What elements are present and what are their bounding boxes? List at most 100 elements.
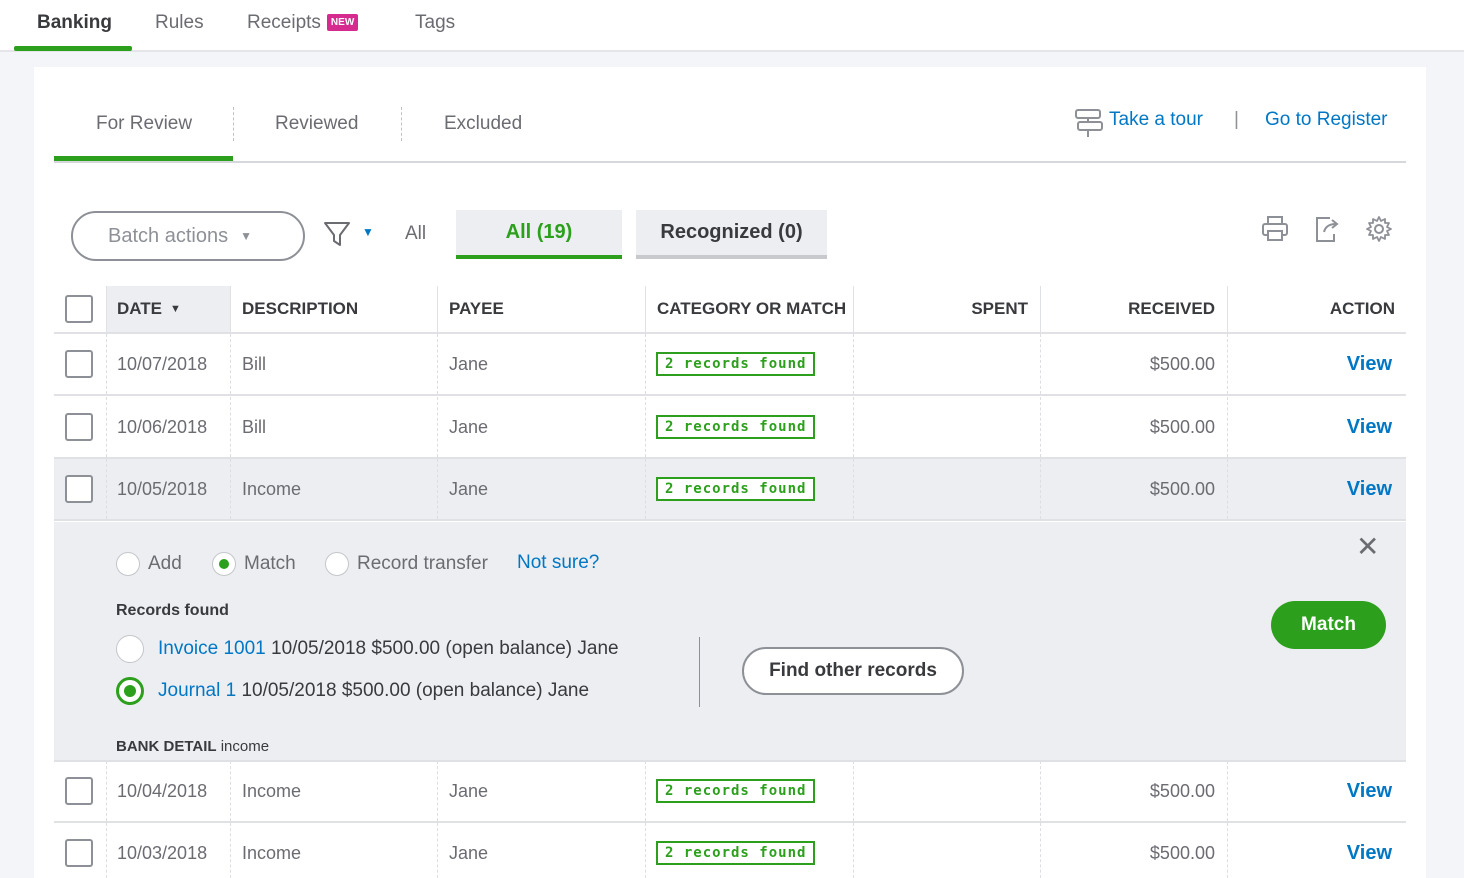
tab-excluded[interactable]: Excluded: [444, 113, 522, 135]
tab-rules[interactable]: Rules: [155, 12, 204, 52]
not-sure-link[interactable]: Not sure?: [517, 552, 599, 574]
record-link[interactable]: Invoice 1001: [158, 638, 266, 659]
option-match[interactable]: Match: [212, 552, 296, 576]
row-payee: Jane: [449, 842, 489, 863]
match-button[interactable]: Match: [1271, 601, 1386, 649]
row-select-cell: [65, 761, 93, 821]
tab-receipts-label: Receipts: [247, 12, 321, 33]
row-category: 2 records found: [656, 761, 816, 821]
bank-detail: BANK DETAIL income: [116, 738, 269, 755]
received-header[interactable]: RECEIVED: [1040, 286, 1215, 332]
row-payee: Jane: [449, 780, 489, 801]
row-action: View: [1227, 459, 1392, 519]
option-record-transfer[interactable]: Record transfer: [325, 552, 488, 576]
find-other-records-button[interactable]: Find other records: [742, 647, 964, 695]
col-divider: [645, 286, 646, 332]
payee-header[interactable]: PAYEE: [449, 286, 504, 332]
date-header-label: DATE: [117, 299, 163, 318]
row-checkbox[interactable]: [65, 475, 93, 503]
batch-actions-button[interactable]: Batch actions ▼: [71, 211, 305, 261]
row-category: 2 records found: [656, 334, 816, 394]
panel-divider: [699, 637, 700, 707]
tab-divider: [233, 107, 234, 141]
records-found-badge[interactable]: 2 records found: [656, 477, 816, 501]
row-action: View: [1227, 823, 1392, 878]
view-link[interactable]: View: [1347, 478, 1392, 501]
table-row[interactable]: 10/04/2018 Income Jane 2 records found $500.…: [54, 761, 1406, 823]
view-link[interactable]: View: [1347, 416, 1392, 439]
add-radio[interactable]: [116, 552, 140, 576]
gear-icon[interactable]: [1364, 214, 1394, 244]
view-link[interactable]: View: [1347, 353, 1392, 376]
match-panel: Add Match Record transfer Not sure? ✕ Re…: [54, 522, 1406, 762]
table-row[interactable]: 10/03/2018 Income Jane 2 records found $500.…: [54, 823, 1406, 878]
banking-card: For Review Reviewed Excluded Take a tour…: [34, 67, 1426, 878]
tab-reviewed[interactable]: Reviewed: [275, 113, 358, 135]
option-match-label: Match: [244, 553, 296, 574]
tab-tags[interactable]: Tags: [415, 12, 455, 52]
filter-icon[interactable]: [322, 219, 352, 249]
transfer-radio[interactable]: [325, 552, 349, 576]
row-description: Income: [242, 478, 302, 499]
filter-caret-icon[interactable]: ▼: [362, 225, 374, 239]
top-nav: Banking Rules Receipts NEW Tags: [0, 0, 1464, 52]
row-checkbox[interactable]: [65, 350, 93, 378]
col-divider: [645, 334, 646, 394]
view-link[interactable]: View: [1347, 842, 1392, 865]
record-radio[interactable]: [116, 677, 144, 705]
row-date: 10/03/2018: [117, 842, 208, 863]
records-found-badge[interactable]: 2 records found: [656, 841, 816, 865]
category-header[interactable]: CATEGORY OR MATCH: [657, 286, 846, 332]
tab-divider: [401, 107, 402, 141]
records-found-badge[interactable]: 2 records found: [656, 415, 816, 439]
row-payee: Jane: [449, 353, 489, 374]
spent-header[interactable]: SPENT: [853, 286, 1028, 332]
all-segment[interactable]: All (19): [456, 210, 622, 259]
select-all-checkbox[interactable]: [65, 295, 93, 323]
col-divider: [437, 397, 438, 457]
option-add[interactable]: Add: [116, 552, 182, 576]
col-divider: [230, 286, 231, 332]
record-option[interactable]: Journal 1 10/05/2018 $500.00 (open balan…: [116, 677, 589, 705]
subtab-rule: [54, 161, 1406, 163]
row-date: 10/04/2018: [117, 780, 208, 801]
go-to-register-link[interactable]: Go to Register: [1265, 109, 1388, 131]
table-row[interactable]: 10/07/2018 Bill Jane 2 records found $500.00…: [54, 334, 1406, 396]
row-checkbox[interactable]: [65, 777, 93, 805]
export-icon[interactable]: [1312, 214, 1342, 244]
signpost-icon[interactable]: [1073, 107, 1105, 139]
col-divider: [106, 286, 107, 332]
tab-receipts[interactable]: Receipts NEW: [247, 12, 359, 52]
col-divider: [437, 761, 438, 821]
option-add-label: Add: [148, 553, 182, 574]
print-icon[interactable]: [1260, 214, 1290, 244]
table-row[interactable]: 10/05/2018 Income Jane 2 records found $500.…: [54, 459, 1406, 521]
col-divider: [230, 823, 231, 878]
action-header: ACTION: [1329, 299, 1395, 318]
close-icon[interactable]: ✕: [1356, 530, 1379, 563]
record-detail: 10/05/2018 $500.00 (open balance) Jane: [271, 638, 619, 659]
tab-for-review[interactable]: For Review: [96, 113, 192, 135]
row-spent: [853, 397, 1028, 457]
row-checkbox[interactable]: [65, 839, 93, 867]
bank-detail-value: income: [220, 738, 270, 755]
description-header[interactable]: DESCRIPTION: [242, 286, 358, 332]
row-payee: Jane: [449, 416, 489, 437]
col-divider: [437, 334, 438, 394]
date-header[interactable]: DATE ▼: [117, 286, 181, 332]
col-divider: [645, 761, 646, 821]
record-link[interactable]: Journal 1: [158, 680, 236, 701]
take-tour-link[interactable]: Take a tour: [1109, 109, 1203, 131]
view-link[interactable]: View: [1347, 780, 1392, 803]
recognized-segment[interactable]: Recognized (0): [636, 210, 827, 259]
col-divider: [645, 459, 646, 519]
record-radio[interactable]: [116, 635, 144, 663]
record-option[interactable]: Invoice 1001 10/05/2018 $500.00 (open ba…: [116, 635, 619, 663]
row-spent: [853, 823, 1028, 878]
records-found-badge[interactable]: 2 records found: [656, 352, 816, 376]
records-found-badge[interactable]: 2 records found: [656, 779, 816, 803]
row-checkbox[interactable]: [65, 413, 93, 441]
table-row[interactable]: 10/06/2018 Bill Jane 2 records found $500.00…: [54, 397, 1406, 459]
match-radio[interactable]: [212, 552, 236, 576]
row-description: Income: [242, 780, 302, 801]
